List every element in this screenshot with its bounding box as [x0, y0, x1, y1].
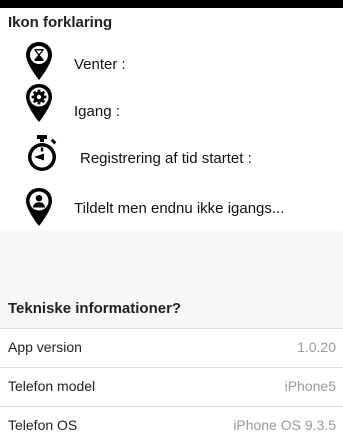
info-value: iPhone5: [284, 378, 336, 394]
person-pin-icon: [26, 188, 52, 226]
info-value: iPhone OS 9.3.5: [233, 417, 336, 433]
info-key: Telefon OS: [8, 417, 78, 433]
stopwatch-icon: [28, 135, 57, 171]
legend-label: Igang :: [74, 103, 120, 120]
legend-title: Ikon forklaring: [8, 14, 113, 31]
info-row-telefon-os: Telefon OS iPhone OS 9.3.5: [0, 406, 343, 445]
legend-label: Registrering af tid startet :: [80, 150, 252, 167]
legend-item-registrering: Registrering af tid startet :: [0, 134, 343, 174]
section-spacer: [0, 230, 343, 290]
hourglass-pin-icon: [26, 42, 52, 80]
legend-label: Tildelt men endnu ikke igangs...: [74, 200, 285, 217]
legend-label: Venter :: [74, 56, 126, 73]
info-row-telefon-model: Telefon model iPhone5: [0, 367, 343, 406]
tech-info-header: Tekniske informationer?: [0, 290, 343, 328]
info-key: Telefon model: [8, 378, 96, 394]
status-bar: [0, 0, 343, 8]
info-row-app-version: App version 1.0.20: [0, 328, 343, 367]
legend-item-venter: Venter :: [0, 40, 343, 80]
legend-item-tildelt: Tildelt men endnu ikke igangs...: [0, 186, 343, 226]
info-key: App version: [8, 339, 82, 355]
legend-item-igang: Igang :: [0, 82, 343, 122]
gear-pin-icon: [26, 84, 52, 122]
info-value: 1.0.20: [297, 339, 336, 355]
tech-info-title: Tekniske informationer?: [8, 300, 182, 317]
